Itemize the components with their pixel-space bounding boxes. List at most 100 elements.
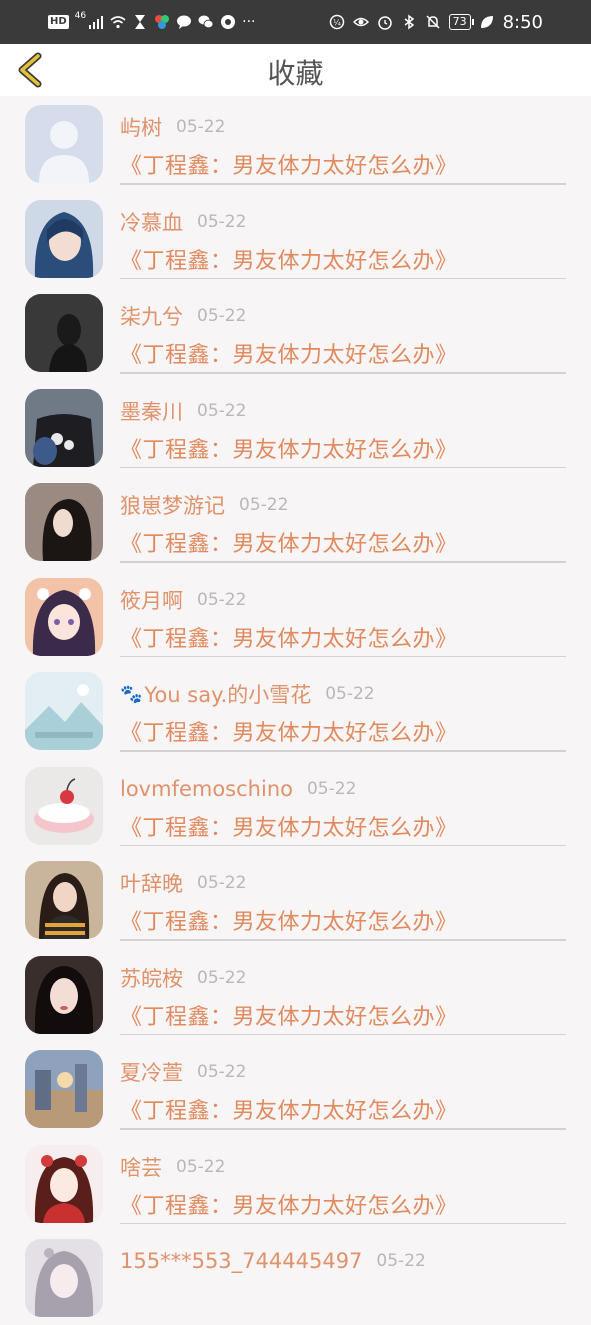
default-avatar[interactable] [25, 105, 103, 183]
landscape-placeholder-image [25, 672, 103, 750]
divider [120, 655, 566, 657]
story-title-link[interactable]: 《丁程鑫：男友体力太好怎么办》 [120, 621, 458, 653]
divider [120, 466, 566, 468]
story-title-link[interactable]: 《丁程鑫：男友体力太好怎么办》 [120, 337, 458, 369]
avatar[interactable] [25, 955, 103, 1034]
avatar[interactable] [25, 1144, 103, 1223]
story-title-link[interactable]: 《丁程鑫：男友体力太好怎么办》 [120, 999, 458, 1031]
user-name[interactable]: 叶辞晚 [120, 868, 183, 898]
user-name[interactable]: 155***553_744445497 [120, 1249, 362, 1273]
paw-icon: 🐾 [120, 683, 143, 705]
user-name[interactable]: 冷慕血 [120, 207, 183, 237]
list-item[interactable]: 叶辞晚 05-22 《丁程鑫：男友体力太好怎么办》 [0, 852, 591, 947]
photo-avatar-image [25, 861, 103, 939]
avatar[interactable] [25, 388, 103, 467]
cake-photo-avatar-image [25, 766, 103, 845]
svg-text:¼: ¼ [333, 18, 341, 27]
hourglass-icon [135, 15, 146, 29]
avatar[interactable] [25, 1239, 103, 1317]
story-title-link[interactable]: 《丁程鑫：男友体力太好怎么办》 [120, 432, 458, 464]
list-item[interactable]: 夏冷萱 05-22 《丁程鑫：男友体力太好怎么办》 [0, 1041, 591, 1136]
page-title: 收藏 [267, 57, 324, 90]
avatar[interactable] [25, 483, 103, 561]
battery-indicator: 73 [448, 14, 474, 30]
alarm-icon [377, 16, 392, 30]
user-name[interactable]: 筱月啊 [120, 585, 183, 615]
list-item[interactable]: 苏皖桉 05-22 《丁程鑫：男友体力太好怎么办》 [0, 947, 591, 1042]
avatar[interactable] [25, 294, 103, 372]
user-name[interactable]: 夏冷萱 [120, 1057, 183, 1087]
divider [120, 750, 566, 752]
scenery-avatar-image [25, 1050, 103, 1128]
list-item[interactable]: 啥芸 05-22 《丁程鑫：男友体力太好怎么办》 [0, 1136, 591, 1231]
list-item[interactable]: lovmfemoschino 05-22 《丁程鑫：男友体力太好怎么办》 [0, 758, 591, 853]
divider [120, 1033, 566, 1035]
list-item[interactable]: 屿树 05-22 《丁程鑫：男友体力太好怎么办》 [0, 96, 591, 191]
data-saver-icon: ¼ [329, 14, 344, 30]
list-item[interactable]: 筱月啊 05-22 《丁程鑫：男友体力太好怎么办》 [0, 569, 591, 664]
divider [120, 183, 566, 185]
story-title-link[interactable]: 《丁程鑫：男友体力太好怎么办》 [120, 148, 458, 180]
date-label: 05-22 [197, 967, 247, 988]
user-name[interactable]: 苏皖桉 [120, 963, 183, 993]
avatar[interactable] [25, 1050, 103, 1128]
clock-time: 8:50 [502, 11, 543, 33]
avatar[interactable] [25, 766, 103, 845]
list-item[interactable]: 墨秦川 05-22 《丁程鑫：男友体力太好怎么办》 [0, 380, 591, 475]
avatar[interactable] [25, 672, 103, 750]
person-silhouette-icon [25, 105, 103, 183]
user-name[interactable]: 屿树 [120, 112, 162, 142]
user-name[interactable]: lovmfemoschino [120, 777, 293, 801]
user-name[interactable]: 柒九兮 [120, 301, 183, 331]
anime-avatar-image [25, 577, 103, 656]
date-label: 05-22 [239, 495, 289, 515]
date-label: 05-22 [376, 1251, 426, 1271]
wechat-icon [198, 15, 214, 29]
date-label: 05-22 [197, 873, 247, 893]
list-item[interactable]: 柒九兮 05-22 《丁程鑫：男友体力太好怎么办》 [0, 285, 591, 380]
story-title-link[interactable]: 《丁程鑫：男友体力太好怎么办》 [120, 810, 458, 842]
status-bar: HD 46 ··· ¼ 73 8:50 [0, 0, 591, 44]
user-name[interactable]: You say.的小雪花 [144, 679, 311, 709]
favorites-list: 屿树 05-22 《丁程鑫：男友体力太好怎么办》 冷慕血 05-22 《丁程鑫：… [0, 96, 591, 1325]
divider [120, 1128, 566, 1130]
app-header: 收藏 [0, 44, 591, 96]
list-item[interactable]: 狼崽梦游记 05-22 《丁程鑫：男友体力太好怎么办》 [0, 474, 591, 569]
wifi-icon [110, 16, 126, 29]
date-label: 05-22 [197, 306, 247, 326]
aperture-icon [221, 15, 236, 29]
story-title-link[interactable]: 《丁程鑫：男友体力太好怎么办》 [120, 715, 458, 747]
story-title-link[interactable]: 《丁程鑫：男友体力太好怎么办》 [120, 1188, 458, 1220]
date-label: 05-22 [197, 400, 247, 421]
story-title-link[interactable]: 《丁程鑫：男友体力太好怎么办》 [120, 526, 458, 558]
colorful-app-icon [155, 15, 170, 29]
divider [120, 561, 566, 563]
date-label: 05-22 [325, 684, 375, 704]
avatar[interactable] [25, 199, 103, 278]
bluetooth-icon [404, 14, 414, 30]
chat-bubble-icon [177, 15, 192, 29]
avatar[interactable] [25, 861, 103, 939]
avatar[interactable] [25, 577, 103, 656]
list-item[interactable]: 🐾 You say.的小雪花 05-22 《丁程鑫：男友体力太好怎么办》 [0, 663, 591, 758]
story-title-link[interactable]: 《丁程鑫：男友体力太好怎么办》 [120, 904, 458, 936]
user-name[interactable]: 狼崽梦游记 [120, 490, 225, 520]
photo-avatar-image [25, 388, 103, 467]
list-item[interactable]: 冷慕血 05-22 《丁程鑫：男友体力太好怎么办》 [0, 191, 591, 286]
story-title-link[interactable]: 《丁程鑫：男友体力太好怎么办》 [120, 1093, 458, 1125]
divider [120, 1222, 566, 1224]
eye-icon [352, 17, 369, 27]
date-label: 05-22 [176, 117, 226, 137]
user-name[interactable]: 啥芸 [120, 1152, 162, 1182]
anime-avatar-image [25, 199, 103, 278]
photo-avatar-image [25, 955, 103, 1034]
date-label: 05-22 [306, 778, 357, 799]
mute-bell-icon [426, 15, 440, 29]
user-name[interactable]: 墨秦川 [120, 396, 183, 426]
list-item[interactable]: 155***553_744445497 05-22 [0, 1230, 591, 1325]
anime-avatar-image [25, 1239, 103, 1317]
more-indicator: ··· [242, 14, 256, 30]
signal-icon [89, 16, 104, 29]
divider [120, 939, 566, 941]
story-title-link[interactable]: 《丁程鑫：男友体力太好怎么办》 [120, 243, 458, 275]
